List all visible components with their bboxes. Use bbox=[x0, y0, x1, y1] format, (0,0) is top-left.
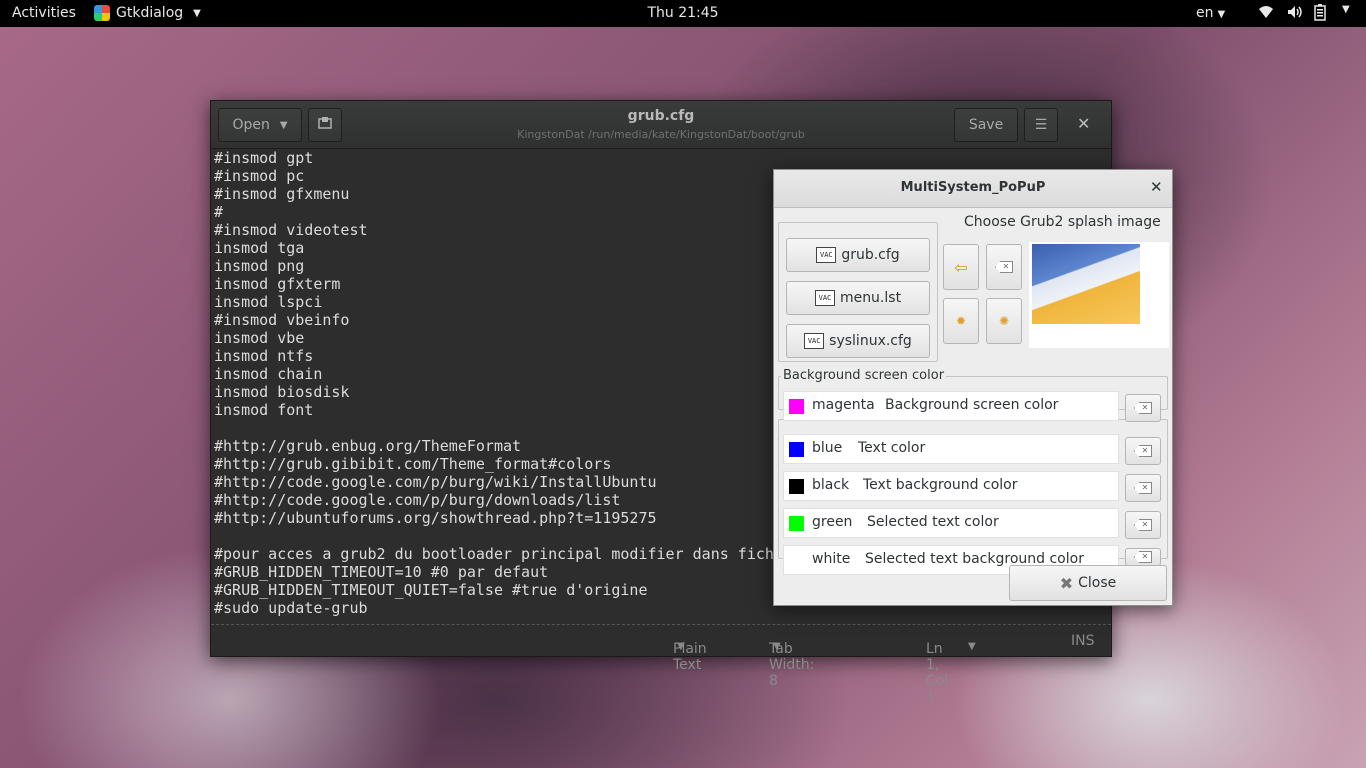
color-name: white bbox=[812, 551, 851, 567]
clear-selected-bg-color-button[interactable]: ✕ bbox=[1125, 548, 1161, 566]
clear-text-bg-color-button[interactable]: ✕ bbox=[1125, 474, 1161, 502]
color-swatch bbox=[789, 553, 804, 568]
hamburger-icon: ☰ bbox=[1034, 117, 1048, 133]
chevron-down-icon: ▼ bbox=[677, 641, 685, 652]
syslinux-cfg-label: syslinux.cfg bbox=[829, 333, 912, 349]
menu-lst-button[interactable]: VAC menu.lst bbox=[786, 281, 930, 315]
import-arrow-icon: ⇦ bbox=[954, 257, 968, 277]
splash-option-button-2[interactable]: ✺ bbox=[986, 298, 1022, 344]
clock[interactable]: Thu 21:45 bbox=[647, 5, 718, 21]
clear-selected-color-button[interactable]: ✕ bbox=[1125, 511, 1161, 539]
clear-image-button[interactable]: ✕ bbox=[986, 244, 1022, 290]
config-file-icon: VAC bbox=[816, 247, 837, 263]
color-swatch bbox=[789, 442, 804, 457]
chevron-down-icon: ▼ bbox=[1217, 9, 1226, 20]
app-menu[interactable]: Gtkdialog ▼ bbox=[94, 5, 201, 21]
color-name: magenta bbox=[812, 397, 875, 413]
close-icon: ✖ bbox=[1059, 573, 1074, 593]
color-row-green[interactable]: green Selected text color bbox=[783, 508, 1119, 538]
close-icon[interactable]: ✕ bbox=[1077, 114, 1090, 133]
popup-title: MultiSystem_PoPuP bbox=[900, 180, 1046, 195]
top-bar: Activities Gtkdialog ▼ Thu 21:45 en ▼ ▼ bbox=[0, 0, 1366, 27]
close-button-label: Close bbox=[1078, 575, 1117, 591]
backspace-icon: ✕ bbox=[1134, 482, 1152, 494]
save-button-label: Save bbox=[968, 117, 1004, 133]
activities-button[interactable]: Activities bbox=[12, 5, 76, 21]
status-bar: Plain Text ▼ Tab Width: 8 ▼ Ln 1, Col 1 ▼ I… bbox=[211, 624, 1111, 705]
color-row-magenta[interactable]: magenta Background screen color bbox=[783, 391, 1119, 421]
gtkdialog-app-icon bbox=[94, 5, 110, 21]
close-icon[interactable]: ✕ bbox=[1150, 178, 1163, 196]
multisystem-popup-dialog: MultiSystem_PoPuP ✕ VAC grub.cfg VAC men… bbox=[773, 169, 1173, 606]
color-swatch bbox=[789, 479, 804, 494]
color-description: Background screen color bbox=[885, 397, 1059, 413]
menu-lst-label: menu.lst bbox=[839, 290, 902, 306]
language-selector[interactable]: en ▼ bbox=[1196, 5, 1225, 21]
save-button[interactable]: Save bbox=[954, 108, 1018, 142]
wifi-icon bbox=[1258, 4, 1274, 25]
close-button[interactable]: ✖ Close bbox=[1009, 565, 1167, 601]
backspace-icon: ✕ bbox=[1134, 402, 1152, 414]
system-tray[interactable]: ▼ bbox=[1258, 4, 1350, 25]
popup-title-bar: MultiSystem_PoPuP ✕ bbox=[774, 170, 1172, 208]
color-row-black[interactable]: black Text background color bbox=[783, 471, 1119, 501]
config-file-icon: VAC bbox=[814, 290, 835, 306]
color-swatch bbox=[789, 516, 804, 531]
gedit-header-bar: Open ▼ grub.cfg KingstonDat /run/media/k… bbox=[211, 101, 1111, 149]
splash-option-button-1[interactable]: ✹ bbox=[943, 298, 979, 344]
chevron-down-icon: ▼ bbox=[193, 7, 201, 19]
color-name: blue bbox=[812, 440, 843, 456]
syslinux-cfg-button[interactable]: VAC syslinux.cfg bbox=[786, 324, 930, 358]
language-label: en bbox=[1196, 5, 1214, 21]
backspace-icon: ✕ bbox=[995, 261, 1013, 273]
import-image-button[interactable]: ⇦ bbox=[943, 244, 979, 290]
sun-icon: ✺ bbox=[998, 314, 1010, 328]
clear-text-color-button[interactable]: ✕ bbox=[1125, 437, 1161, 465]
chevron-down-icon: ▼ bbox=[968, 641, 976, 652]
grub-cfg-label: grub.cfg bbox=[841, 247, 900, 263]
insert-mode-indicator: INS bbox=[1071, 633, 1095, 649]
splash-image-label: Choose Grub2 splash image bbox=[964, 214, 1161, 230]
app-menu-label: Gtkdialog bbox=[116, 5, 184, 21]
background-color-legend: Background screen color bbox=[781, 368, 947, 383]
color-name: black bbox=[812, 477, 850, 493]
color-row-blue[interactable]: blue Text color bbox=[783, 434, 1119, 464]
color-description: Selected text color bbox=[867, 514, 999, 530]
volume-icon bbox=[1286, 4, 1302, 25]
backspace-icon: ✕ bbox=[1134, 519, 1152, 531]
chevron-down-icon: ▼ bbox=[773, 641, 781, 652]
battery-icon bbox=[1314, 4, 1326, 25]
hamburger-menu-button[interactable]: ☰ bbox=[1024, 108, 1058, 142]
color-description: Text color bbox=[858, 440, 926, 456]
splash-preview[interactable] bbox=[1029, 242, 1169, 348]
chevron-down-icon: ▼ bbox=[1342, 4, 1350, 15]
config-file-icon: VAC bbox=[804, 333, 825, 349]
backspace-icon: ✕ bbox=[1134, 445, 1152, 457]
grub-cfg-button[interactable]: VAC grub.cfg bbox=[786, 238, 930, 272]
backspace-icon: ✕ bbox=[1134, 551, 1152, 563]
cursor-position-label: Ln 1, Col 1 bbox=[926, 641, 949, 705]
clear-background-color-button[interactable]: ✕ bbox=[1125, 394, 1161, 422]
color-name: green bbox=[812, 514, 853, 530]
color-description: Text background color bbox=[863, 477, 1018, 493]
sun-icon: ✹ bbox=[955, 314, 967, 328]
color-swatch bbox=[789, 399, 804, 414]
splash-image bbox=[1032, 244, 1140, 324]
